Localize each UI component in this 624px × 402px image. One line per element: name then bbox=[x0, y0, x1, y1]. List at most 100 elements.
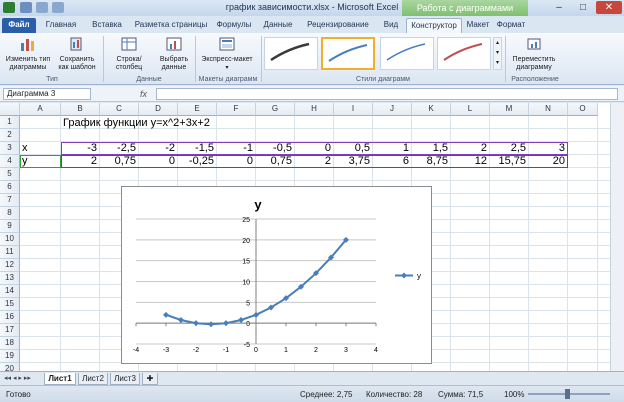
chart-style-4[interactable] bbox=[437, 37, 491, 70]
tab-page-layout[interactable]: Разметка страницы bbox=[130, 18, 212, 33]
y-value-cell[interactable]: 3,75 bbox=[334, 155, 370, 167]
row-header[interactable]: 12 bbox=[0, 259, 20, 272]
close-button[interactable]: ✕ bbox=[596, 1, 622, 14]
row-header[interactable]: 1 bbox=[0, 116, 20, 129]
y-value-cell[interactable]: 0,75 bbox=[256, 155, 292, 167]
row-header[interactable]: 2 bbox=[0, 129, 20, 142]
row-header[interactable]: 5 bbox=[0, 168, 20, 181]
tab-layout[interactable]: Макет bbox=[464, 18, 492, 33]
row-header[interactable]: 7 bbox=[0, 194, 20, 207]
column-header[interactable]: O bbox=[568, 103, 598, 116]
sheet-tab-3[interactable]: Лист3 bbox=[110, 373, 140, 385]
row-header[interactable]: 3 bbox=[0, 142, 20, 155]
insert-sheet-icon[interactable]: ✚ bbox=[142, 373, 158, 385]
x-value-cell[interactable]: 0 bbox=[295, 142, 331, 154]
column-header[interactable]: H bbox=[295, 103, 334, 116]
x-value-cell[interactable]: 2,5 bbox=[490, 142, 526, 154]
column-header[interactable]: G bbox=[256, 103, 295, 116]
sheet-tab-1[interactable]: Лист1 bbox=[44, 373, 76, 385]
zoom-slider-thumb[interactable] bbox=[565, 389, 570, 399]
name-box[interactable]: Диаграмма 3 bbox=[3, 88, 91, 100]
row-header[interactable]: 11 bbox=[0, 246, 20, 259]
y-value-cell[interactable]: -0,25 bbox=[178, 155, 214, 167]
row-header[interactable]: 15 bbox=[0, 298, 20, 311]
column-header[interactable]: D bbox=[139, 103, 178, 116]
column-header[interactable]: F bbox=[217, 103, 256, 116]
x-value-cell[interactable]: -2 bbox=[139, 142, 175, 154]
y-value-cell[interactable]: 20 bbox=[529, 155, 565, 167]
chart-style-2[interactable] bbox=[321, 37, 375, 70]
y-value-cell[interactable]: 12 bbox=[451, 155, 487, 167]
y-value-cell[interactable]: 8,75 bbox=[412, 155, 448, 167]
y-value-cell[interactable]: 15,75 bbox=[490, 155, 526, 167]
x-value-cell[interactable]: -1,5 bbox=[178, 142, 214, 154]
column-header[interactable]: I bbox=[334, 103, 373, 116]
x-value-cell[interactable]: -2,5 bbox=[100, 142, 136, 154]
fx-icon[interactable]: fx bbox=[140, 89, 147, 99]
x-value-cell[interactable]: 2 bbox=[451, 142, 487, 154]
save-as-template-button[interactable]: Сохранить как шаблон bbox=[54, 36, 100, 72]
tab-home[interactable]: Главная bbox=[40, 18, 82, 33]
row-header[interactable]: 4 bbox=[0, 155, 20, 168]
select-data-button[interactable]: Выбрать данные bbox=[156, 36, 192, 72]
x-value-cell[interactable]: 1 bbox=[373, 142, 409, 154]
vertical-scrollbar[interactable] bbox=[610, 103, 624, 371]
maximize-button[interactable]: □ bbox=[572, 1, 594, 14]
row-header[interactable]: 13 bbox=[0, 272, 20, 285]
sheet-nav-arrows[interactable]: ◂◂ ◂ ▸ ▸▸ bbox=[4, 374, 31, 382]
select-all-corner[interactable] bbox=[0, 103, 20, 116]
chart-style-3[interactable] bbox=[380, 37, 434, 70]
quick-layout-button[interactable]: Экспресс-макет ▾ bbox=[198, 36, 256, 72]
y-value-cell[interactable]: 0 bbox=[139, 155, 175, 167]
x-value-cell[interactable]: 3 bbox=[529, 142, 565, 154]
row-header[interactable]: 18 bbox=[0, 337, 20, 350]
row-header[interactable]: 17 bbox=[0, 324, 20, 337]
styles-scroll-buttons[interactable]: ▴ ▾ ▾ bbox=[493, 37, 502, 70]
x-label-cell[interactable]: x bbox=[22, 142, 28, 154]
tab-review[interactable]: Рецензирование bbox=[300, 18, 376, 33]
x-value-cell[interactable]: 0,5 bbox=[334, 142, 370, 154]
minimize-button[interactable]: – bbox=[548, 1, 570, 14]
row-header[interactable]: 20 bbox=[0, 363, 20, 371]
column-header[interactable]: E bbox=[178, 103, 217, 116]
tab-formulas[interactable]: Формулы bbox=[212, 18, 256, 33]
tab-insert[interactable]: Вставка bbox=[86, 18, 128, 33]
column-header[interactable]: A bbox=[20, 103, 61, 116]
tab-format[interactable]: Формат bbox=[494, 18, 528, 33]
row-header[interactable]: 9 bbox=[0, 220, 20, 233]
sheet-title-cell[interactable]: График функции y=x^2+3x+2 bbox=[63, 117, 210, 129]
tab-file[interactable]: Файл bbox=[2, 18, 36, 33]
y-value-cell[interactable]: 0 bbox=[217, 155, 253, 167]
tab-data[interactable]: Данные bbox=[258, 18, 298, 33]
y-value-cell[interactable]: 2 bbox=[295, 155, 331, 167]
chart-object[interactable]: y -5 0 5 10 15 20 25 -4 -3 -2 -1 0 1 2 3 4 y bbox=[121, 186, 432, 364]
row-header[interactable]: 6 bbox=[0, 181, 20, 194]
row-header[interactable]: 19 bbox=[0, 350, 20, 363]
x-value-cell[interactable]: 1,5 bbox=[412, 142, 448, 154]
column-header[interactable]: M bbox=[490, 103, 529, 116]
x-value-cell[interactable]: -0,5 bbox=[256, 142, 292, 154]
row-header[interactable]: 10 bbox=[0, 233, 20, 246]
y-value-cell[interactable]: 2 bbox=[61, 155, 97, 167]
formula-input[interactable] bbox=[156, 88, 618, 100]
chart-style-1[interactable] bbox=[264, 37, 318, 70]
move-chart-button[interactable]: Переместить диаграмму bbox=[508, 36, 560, 72]
sheet-tab-2[interactable]: Лист2 bbox=[78, 373, 108, 385]
change-chart-type-button[interactable]: Изменить тип диаграммы bbox=[4, 36, 52, 72]
x-value-cell[interactable]: -3 bbox=[61, 142, 97, 154]
x-value-cell[interactable]: -1 bbox=[217, 142, 253, 154]
column-header[interactable]: C bbox=[100, 103, 139, 116]
row-header[interactable]: 16 bbox=[0, 311, 20, 324]
column-header[interactable]: L bbox=[451, 103, 490, 116]
row-header[interactable]: 8 bbox=[0, 207, 20, 220]
column-header[interactable]: N bbox=[529, 103, 568, 116]
tab-design[interactable]: Конструктор bbox=[406, 18, 462, 33]
column-header[interactable]: B bbox=[61, 103, 100, 116]
column-header[interactable]: J bbox=[373, 103, 412, 116]
y-value-cell[interactable]: 6 bbox=[373, 155, 409, 167]
tab-view[interactable]: Вид bbox=[378, 18, 404, 33]
row-header[interactable]: 14 bbox=[0, 285, 20, 298]
column-header[interactable]: K bbox=[412, 103, 451, 116]
y-value-cell[interactable]: 0,75 bbox=[100, 155, 136, 167]
switch-row-column-button[interactable]: Строка/столбец bbox=[104, 36, 154, 72]
